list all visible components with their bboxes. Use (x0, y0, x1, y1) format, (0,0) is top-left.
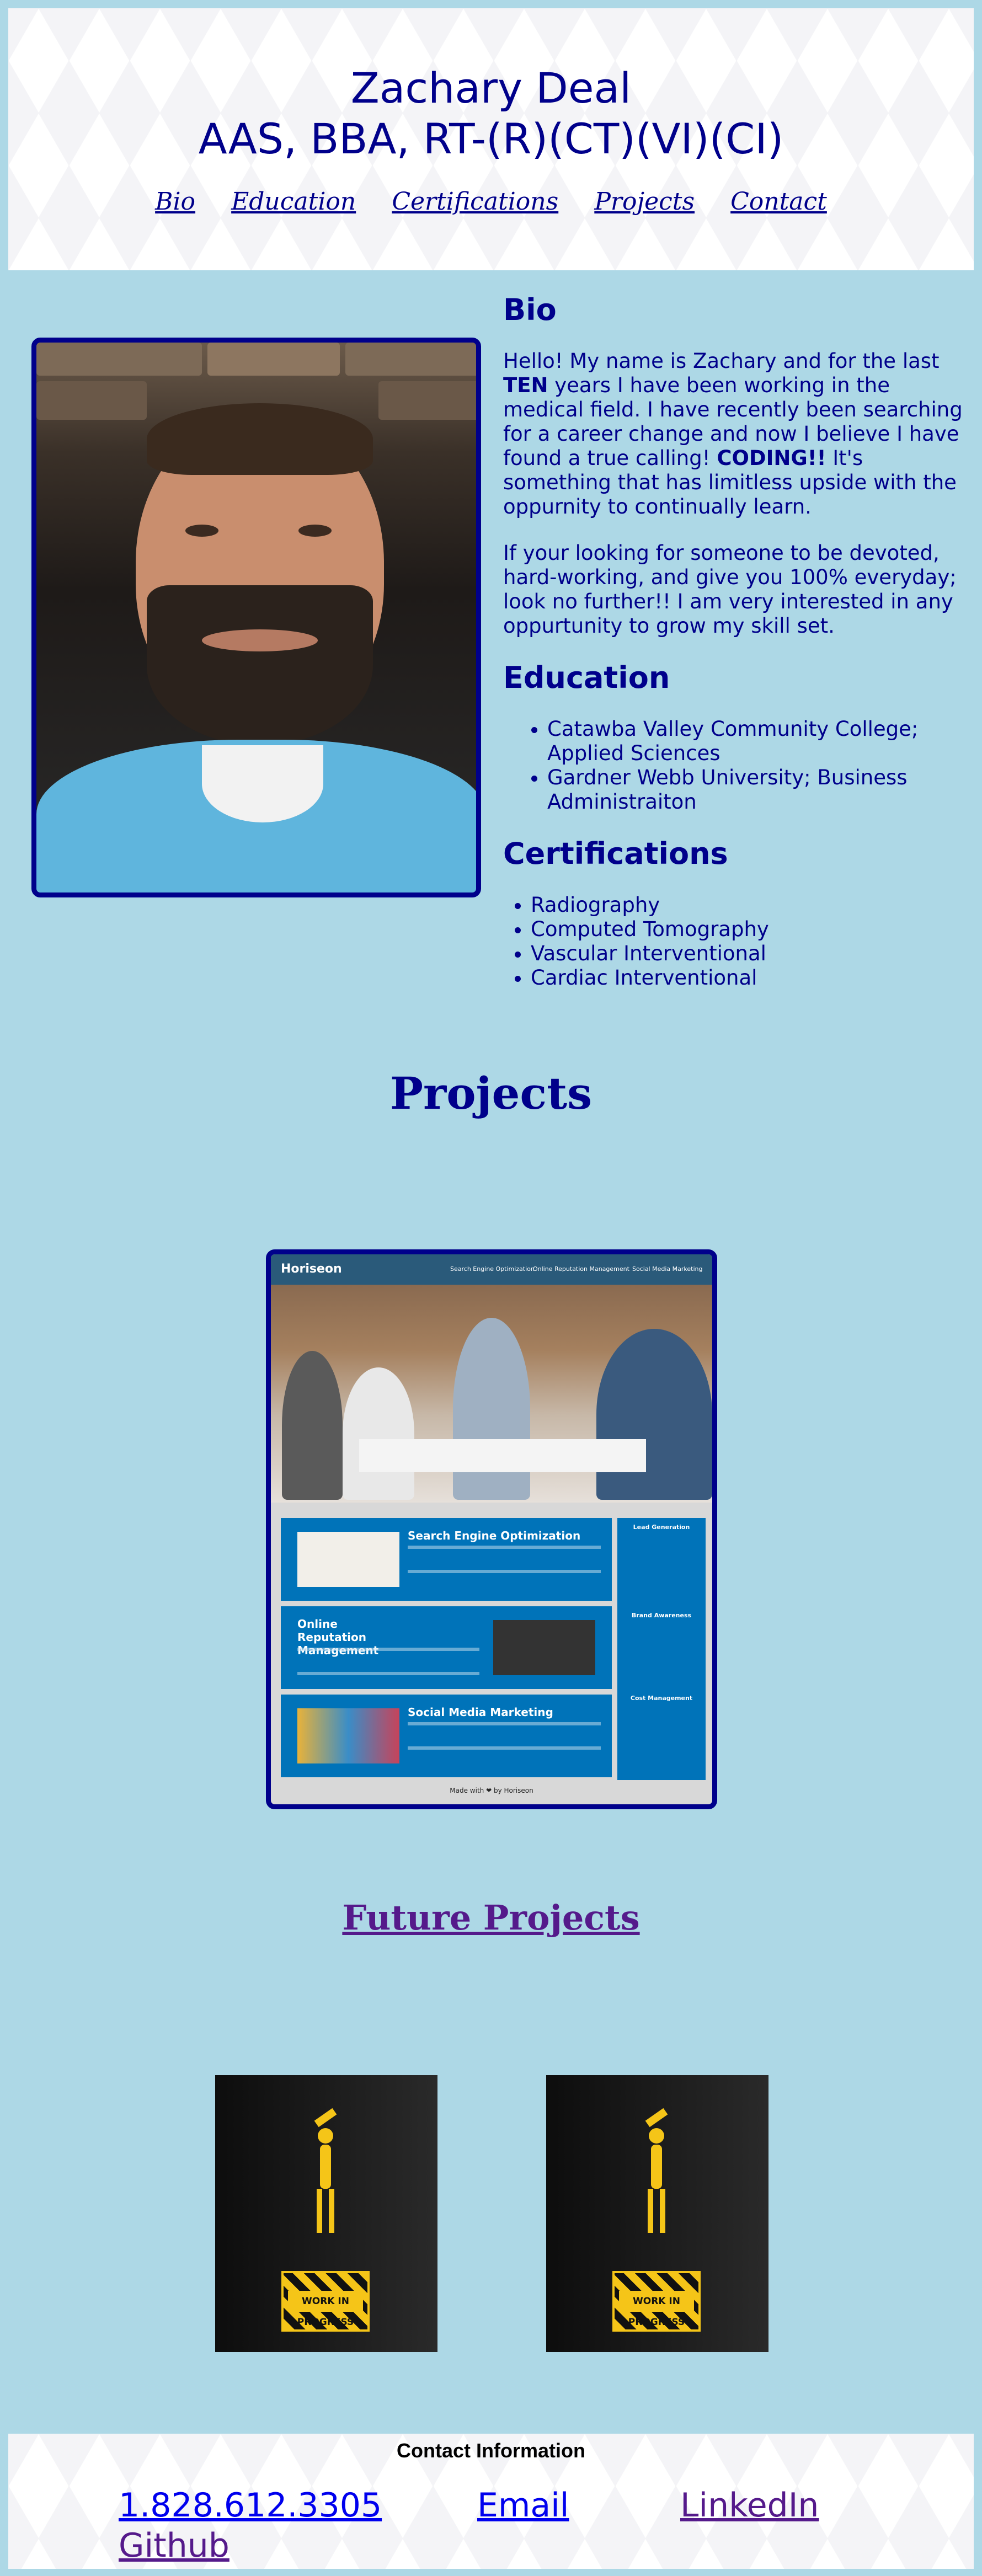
education-item: Catawba Valley Community College; Applie… (547, 717, 972, 766)
projects-heading: Projects (389, 1067, 593, 1119)
site-name: Zachary Deal (350, 63, 632, 113)
photo-eye (298, 525, 332, 537)
photo-stone (345, 343, 476, 376)
certifications-heading: Certifications (503, 836, 728, 871)
photo-undershirt (202, 745, 323, 822)
worker-icon (314, 2108, 337, 2233)
work-in-progress-sign: WORK IN PROGRESS (612, 2271, 701, 2332)
about-section: Bio Hello! My name is Zachary and for th… (503, 292, 972, 1012)
horiseon-box-text (408, 1722, 601, 1750)
hero-person (343, 1367, 414, 1500)
horiseon-nav-link: Online Reputation Management (533, 1265, 629, 1273)
contact-heading: Contact Information (397, 2439, 585, 2462)
certifications-list: Radiography Computed Tomography Vascular… (503, 893, 972, 990)
nav-link-projects[interactable]: Projects (594, 188, 695, 216)
horiseon-box-seo: Search Engine Optimization (281, 1518, 612, 1601)
future-projects-heading[interactable]: Future Projects (0, 1898, 982, 1938)
hero-person (596, 1329, 712, 1500)
photo-hair (147, 403, 373, 475)
photo-stone (36, 343, 202, 376)
work-in-progress-sign: WORK IN PROGRESS (281, 2271, 370, 2332)
contact-section: Contact Information 1.828.612.3305 Email… (8, 2434, 974, 2569)
horiseon-header-bar: Horiseon Search Engine Optimization Onli… (271, 1254, 712, 1285)
horiseon-logo: Horiseon (281, 1262, 342, 1276)
horiseon-box-text (297, 1648, 479, 1675)
horiseon-box-thumbnail (297, 1708, 399, 1763)
contact-linkedin-link[interactable]: LinkedIn (680, 2486, 819, 2525)
certification-item: Vascular Interventional (531, 942, 972, 966)
horiseon-sidebar-title: Cost Management (630, 1695, 693, 1702)
certification-item: Computed Tomography (531, 917, 972, 942)
horiseon-footer: Made with ❤ by Horiseon (450, 1787, 533, 1794)
contact-phone-link[interactable]: 1.828.612.3305 (119, 2486, 382, 2525)
photo-stone (207, 343, 340, 376)
profile-photo (31, 338, 481, 897)
nav-link-contact[interactable]: Contact (730, 188, 827, 216)
nav-link-education[interactable]: Education (231, 188, 356, 216)
horiseon-nav-link: Social Media Marketing (632, 1265, 703, 1273)
bio-paragraph-2: If your looking for someone to be devote… (503, 541, 957, 638)
horiseon-hero-image (271, 1285, 712, 1503)
horiseon-box-title: Social Media Marketing (408, 1706, 553, 1719)
work-in-progress-image: WORK IN PROGRESS (546, 2075, 768, 2352)
education-heading: Education (503, 660, 670, 695)
worker-icon (645, 2108, 668, 2233)
horiseon-box-thumbnail (297, 1532, 399, 1587)
work-in-progress-image: WORK IN PROGRESS (215, 2075, 437, 2352)
contact-email-link[interactable]: Email (477, 2486, 569, 2525)
photo-eye (185, 525, 218, 537)
horiseon-box-thumbnail (493, 1620, 595, 1675)
bio-paragraph-1: Hello! My name is Zachary and for the la… (503, 349, 963, 519)
photo-mouth (202, 629, 318, 651)
photo-beard (147, 585, 373, 745)
nav-link-bio[interactable]: Bio (155, 188, 195, 216)
hero-table (359, 1439, 646, 1472)
project-horiseon-card[interactable]: Horiseon Search Engine Optimization Onli… (266, 1249, 717, 1809)
horiseon-box-social: Social Media Marketing (281, 1695, 612, 1777)
contact-github-link[interactable]: Github (119, 2526, 230, 2565)
horiseon-sidebar-title: Brand Awareness (631, 1612, 692, 1619)
hero-person (282, 1351, 343, 1500)
hero-person (453, 1318, 530, 1500)
certification-item: Cardiac Interventional (531, 966, 972, 990)
certification-item: Radiography (531, 893, 972, 917)
bio-heading: Bio (503, 292, 557, 327)
photo-stone (378, 381, 476, 420)
photo-stone (36, 381, 147, 420)
horiseon-box-reputation: Online Reputation Management (281, 1606, 612, 1689)
horiseon-box-title: Search Engine Optimization (408, 1529, 581, 1542)
horiseon-box-text (408, 1546, 601, 1573)
nav-link-certifications[interactable]: Certifications (392, 188, 558, 216)
education-list: Catawba Valley Community College; Applie… (503, 717, 972, 814)
site-credentials: AAS, BBA, RT-(R)(CT)(VI)(CI) (198, 114, 784, 163)
site-header: Zachary Deal AAS, BBA, RT-(R)(CT)(VI)(CI… (8, 8, 974, 270)
horiseon-nav-link: Search Engine Optimization (450, 1265, 535, 1273)
main-nav: Bio Education Certifications Projects Co… (8, 188, 974, 216)
horiseon-sidebar-title: Lead Generation (633, 1524, 690, 1531)
education-item: Gardner Webb University; Business Admini… (547, 766, 972, 814)
horiseon-sidebar: Lead Generation Brand Awareness Cost Man… (617, 1518, 706, 1780)
